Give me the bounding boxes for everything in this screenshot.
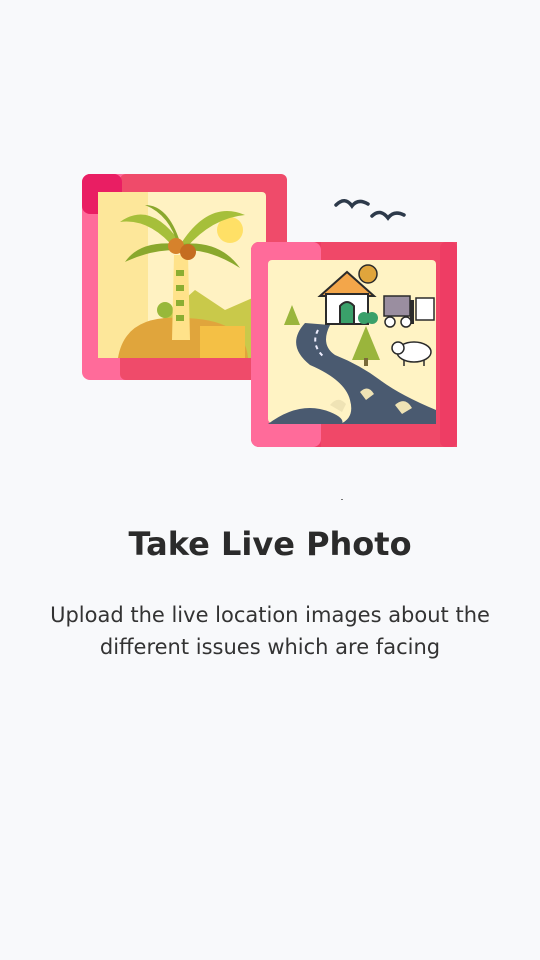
page-description: Upload the live location images about th… — [50, 603, 490, 659]
birds-icon — [334, 199, 406, 221]
onboarding-illustration — [0, 0, 540, 520]
photos-illustration-svg — [82, 174, 457, 447]
decorative-dot — [341, 499, 343, 500]
rural-road-photo-icon — [251, 242, 457, 447]
page-title: Take Live Photo — [128, 525, 412, 563]
